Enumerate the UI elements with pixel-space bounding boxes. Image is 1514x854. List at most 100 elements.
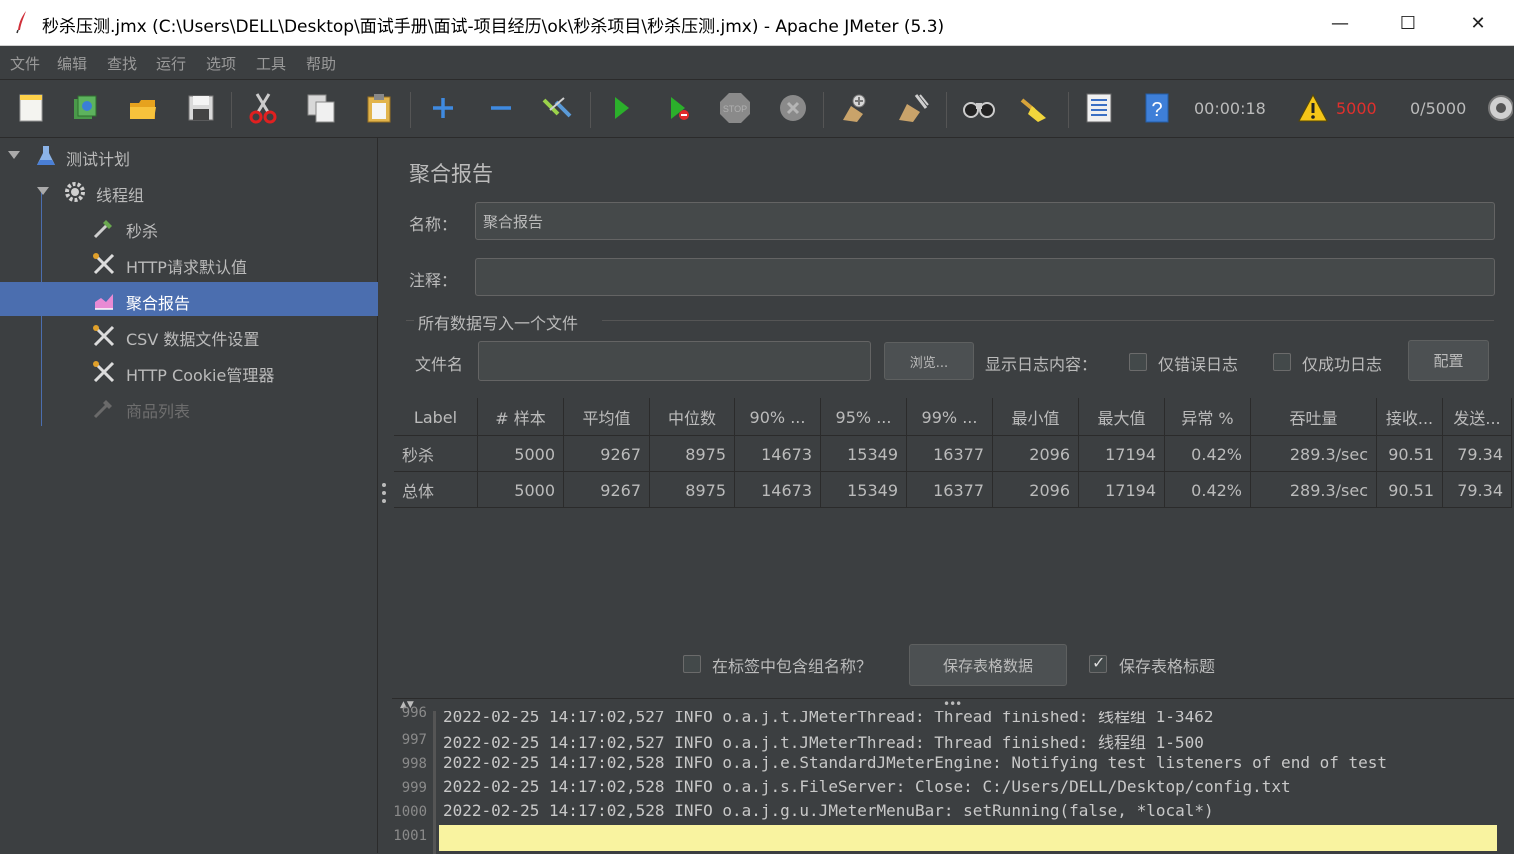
toolbar-separator: [946, 92, 947, 128]
jmeter-feather-icon: [16, 11, 26, 34]
expand-arrow-icon[interactable]: [37, 187, 49, 195]
reset-search-icon[interactable]: [1018, 90, 1052, 126]
column-header[interactable]: # 样本: [478, 398, 564, 436]
column-header[interactable]: 发送...: [1443, 398, 1512, 436]
browse-button[interactable]: 浏览...: [884, 342, 974, 380]
table-cell: 秒杀: [394, 436, 478, 472]
paste-icon[interactable]: [362, 90, 396, 126]
column-header[interactable]: 90% ...: [735, 398, 821, 436]
tree-label: CSV 数据文件设置: [126, 330, 260, 349]
tree-item-http-defaults[interactable]: HTTP请求默认值: [0, 246, 378, 280]
start-no-pauses-icon[interactable]: [662, 90, 696, 126]
include-group-label: 在标签中包含组名称？: [712, 657, 873, 676]
menu-search[interactable]: 查找: [107, 53, 137, 74]
open-icon[interactable]: [126, 90, 160, 126]
table-cell: 9267: [564, 472, 650, 508]
templates-icon[interactable]: [68, 90, 102, 126]
line-number: 999: [401, 780, 427, 796]
menu-help[interactable]: 帮助: [306, 53, 336, 74]
warning-icon[interactable]: [1296, 90, 1330, 126]
expand-all-icon[interactable]: [426, 90, 460, 126]
tree-item-product-list[interactable]: 商品列表: [0, 390, 378, 424]
success-only-checkbox[interactable]: [1273, 353, 1291, 371]
table-cell: 8975: [650, 436, 735, 472]
stop-icon[interactable]: STOP: [718, 90, 752, 126]
jmeter-window: 秒杀压测.jmx (C:\Users\DELL\Desktop\面试手册\面试-…: [0, 0, 1514, 854]
column-header[interactable]: Label: [394, 398, 478, 436]
log-line: 2022-02-25 14:17:02,528 INFO o.a.j.g.u.J…: [443, 801, 1214, 820]
menu-tools[interactable]: 工具: [256, 53, 286, 74]
menu-edit[interactable]: 编辑: [57, 53, 87, 74]
vertical-splitter[interactable]: [378, 138, 392, 853]
table-cell: 15349: [821, 472, 907, 508]
save-table-data-button[interactable]: 保存表格数据: [909, 644, 1067, 686]
pipette-icon: [93, 220, 112, 239]
column-header[interactable]: 接收...: [1377, 398, 1443, 436]
menu-run[interactable]: 运行: [156, 53, 186, 74]
menu-file[interactable]: 文件: [10, 53, 40, 74]
tree-item-test-plan[interactable]: 测试计划: [0, 138, 378, 172]
filename-field[interactable]: [478, 341, 871, 381]
shutdown-icon[interactable]: [776, 90, 810, 126]
svg-text:STOP: STOP: [723, 104, 747, 114]
cut-icon[interactable]: [246, 90, 280, 126]
name-field[interactable]: 聚合报告: [475, 202, 1495, 240]
success-only-label: 仅成功日志: [1302, 355, 1383, 374]
flask-icon: [37, 146, 55, 165]
table-cell: 90.51: [1377, 472, 1443, 508]
help-icon[interactable]: ?: [1140, 90, 1174, 126]
table-cell: 79.34: [1443, 472, 1512, 508]
errors-only-checkbox[interactable]: [1129, 353, 1147, 371]
column-header[interactable]: 吞吐量: [1251, 398, 1377, 436]
maximize-button[interactable]: ☐: [1373, 0, 1443, 46]
minimize-button[interactable]: —: [1305, 0, 1375, 46]
remote-icon[interactable]: [1484, 90, 1514, 126]
column-header[interactable]: 最大值: [1079, 398, 1165, 436]
comment-label: 注释：: [409, 271, 458, 290]
table-row[interactable]: 秒杀 5000 9267 8975 14673 15349 16377 2096…: [394, 436, 1512, 472]
start-icon[interactable]: [604, 90, 638, 126]
collapse-all-icon[interactable]: [484, 90, 518, 126]
close-button[interactable]: ✕: [1443, 0, 1513, 46]
toggle-icon[interactable]: [540, 90, 574, 126]
filename-label: 文件名: [415, 355, 464, 374]
clear-all-icon[interactable]: [896, 90, 930, 126]
tree-item-aggregate-report[interactable]: 聚合报告: [0, 282, 378, 316]
current-line-highlight: [439, 825, 1497, 851]
log-line: 2022-02-25 14:17:02,528 INFO o.a.j.s.Fil…: [443, 777, 1291, 796]
tree-item-seckill-sampler[interactable]: 秒杀: [0, 210, 378, 244]
copy-icon[interactable]: [304, 90, 338, 126]
save-icon[interactable]: [184, 90, 218, 126]
horizontal-splitter-grip-icon[interactable]: •••: [943, 697, 962, 711]
search-icon[interactable]: [962, 90, 996, 126]
expand-arrow-icon[interactable]: [8, 151, 20, 159]
configure-button[interactable]: 配置: [1408, 340, 1489, 381]
clear-icon[interactable]: [838, 90, 872, 126]
column-header[interactable]: 95% ...: [821, 398, 907, 436]
save-table-header-checkbox[interactable]: [1089, 653, 1107, 673]
column-header[interactable]: 平均值: [564, 398, 650, 436]
table-cell: 16377: [907, 436, 993, 472]
include-group-checkbox[interactable]: [683, 655, 701, 673]
menu-options[interactable]: 选项: [206, 53, 236, 74]
line-number: 997: [401, 732, 427, 748]
table-cell: 14673: [735, 472, 821, 508]
log-text-area[interactable]: 2022-02-25 14:17:02,527 INFO o.a.j.t.JMe…: [439, 711, 1497, 854]
group-title: 所有数据写入一个文件: [418, 314, 579, 333]
log-scrollbar[interactable]: [1498, 711, 1512, 854]
splitter-grip-icon[interactable]: [382, 483, 386, 503]
column-header[interactable]: 中位数: [650, 398, 735, 436]
column-header[interactable]: 最小值: [993, 398, 1079, 436]
column-header[interactable]: 99% ...: [907, 398, 993, 436]
tree-item-cookie-manager[interactable]: HTTP Cookie管理器: [0, 354, 378, 388]
table-cell: 15349: [821, 436, 907, 472]
function-helper-icon[interactable]: [1082, 90, 1116, 126]
table-cell: 17194: [1079, 472, 1165, 508]
table-row[interactable]: 总体 5000 9267 8975 14673 15349 16377 2096…: [394, 472, 1512, 508]
line-number: 1000: [393, 804, 427, 820]
tree-item-thread-group[interactable]: 线程组: [0, 174, 378, 208]
comment-field[interactable]: [475, 258, 1495, 296]
column-header[interactable]: 异常 %: [1165, 398, 1251, 436]
new-icon[interactable]: [14, 90, 48, 126]
tree-item-csv-config[interactable]: CSV 数据文件设置: [0, 318, 378, 352]
